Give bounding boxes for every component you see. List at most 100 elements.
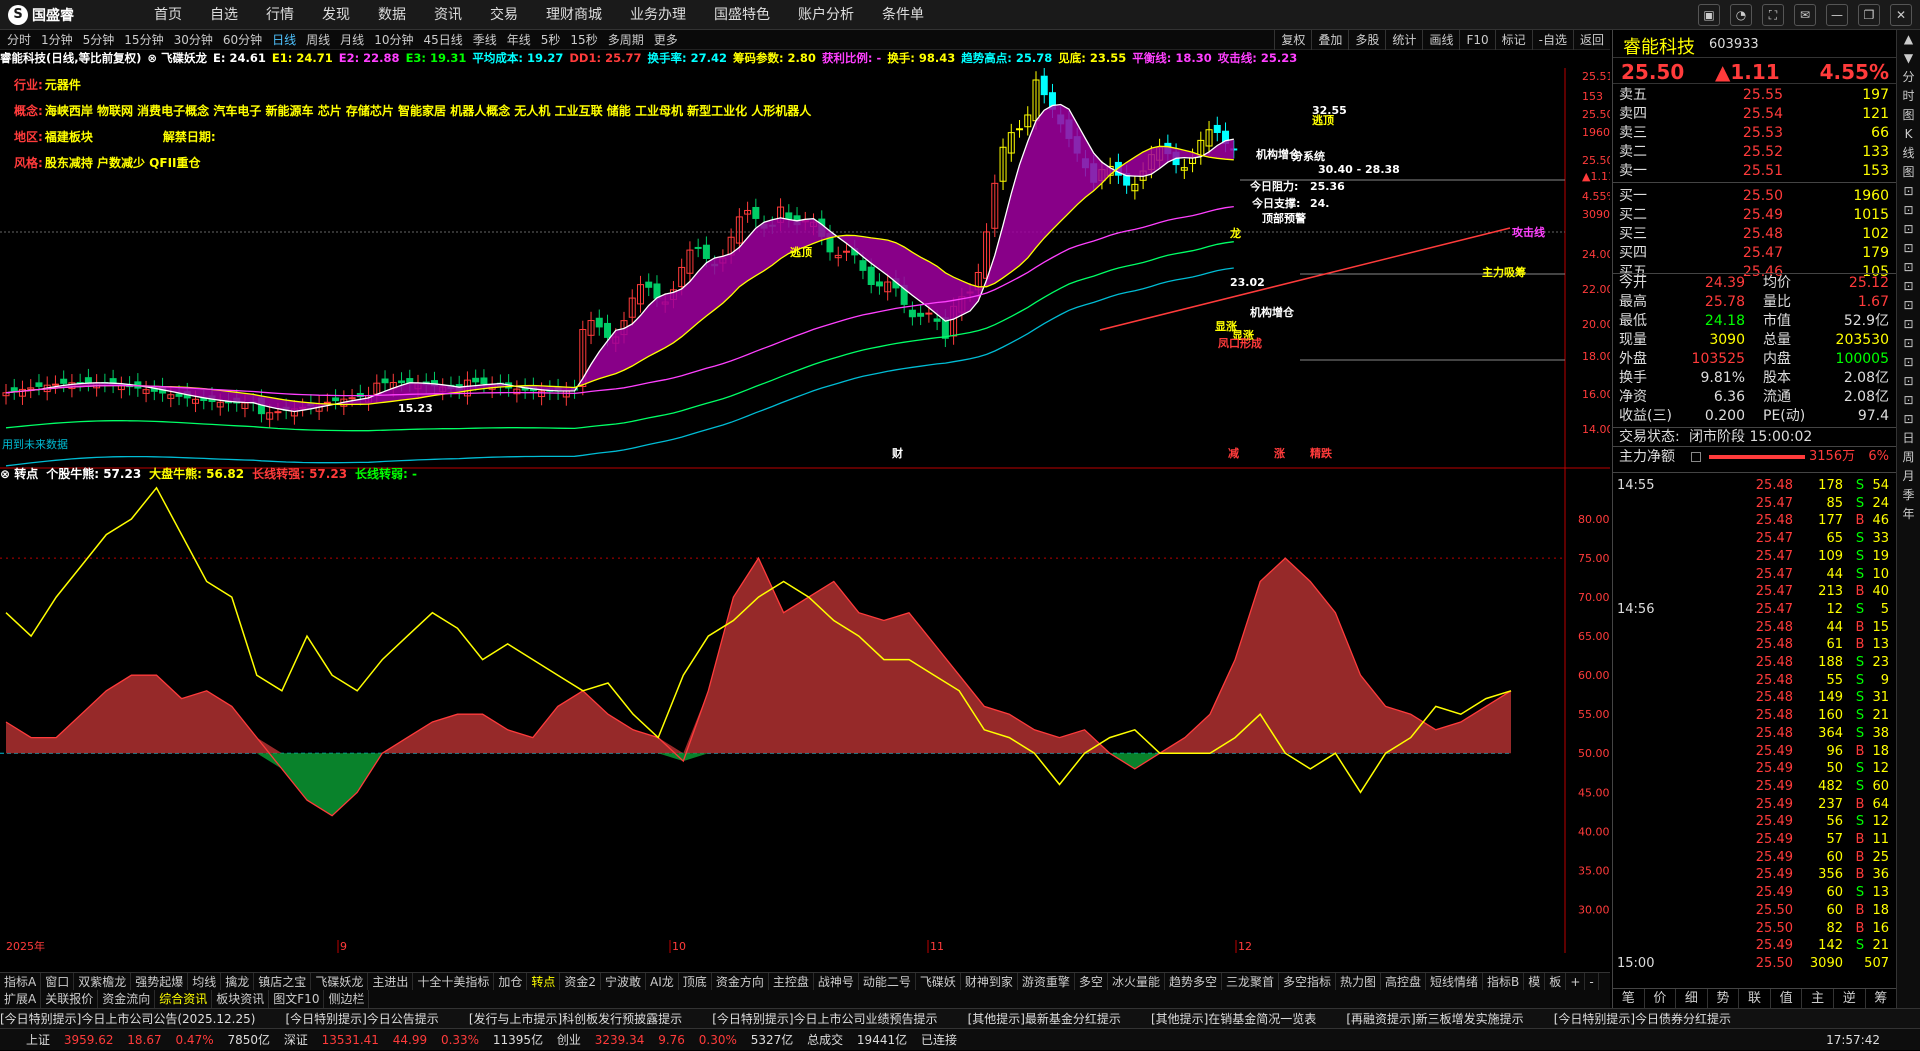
indicator-tab[interactable]: 资金方向 [712, 973, 769, 990]
indicator-tab[interactable]: 指标A [0, 973, 42, 990]
indicator-tab[interactable]: 多空指标 [1279, 973, 1336, 990]
sidebar-tab[interactable]: ⊡ [1897, 220, 1920, 239]
nav-item[interactable]: 交易 [476, 0, 532, 30]
sidebar-tab[interactable]: ⊡ [1897, 391, 1920, 410]
indicator-tab[interactable]: 冰火量能 [1108, 973, 1165, 990]
news-item[interactable]: [今日特别提示]今日上市公司业绩预告提示 [712, 1012, 937, 1026]
nav-item[interactable]: 账户分析 [784, 0, 868, 30]
indicator-tab[interactable]: 财神到家 [961, 973, 1018, 990]
period-tab[interactable]: 年线 [502, 30, 536, 50]
panel-tab[interactable]: 笔 [1613, 989, 1645, 1008]
panel-tab[interactable]: 细 [1676, 989, 1708, 1008]
indicator-tab[interactable]: - [1585, 973, 1599, 990]
extension-tab[interactable]: 扩展A [0, 990, 42, 1008]
indicator-tab[interactable]: 双紫檐龙 [74, 973, 132, 990]
panel-tab[interactable]: 势 [1708, 989, 1740, 1008]
sidebar-tab[interactable]: ⊡ [1897, 239, 1920, 258]
net-flow-toggle-icon[interactable] [1691, 452, 1701, 462]
indicator-tab[interactable]: 擒龙 [221, 973, 255, 990]
nav-item[interactable]: 资讯 [420, 0, 476, 30]
indicator-tab[interactable]: 飞碟妖 [916, 973, 961, 990]
bell-icon[interactable]: ◔ [1730, 4, 1752, 26]
bid-row[interactable]: 买三 25.48 102 [1613, 225, 1897, 244]
indicator-tab[interactable]: 宁波敢 [601, 973, 647, 990]
nav-item[interactable]: 发现 [308, 0, 364, 30]
chart-tool-button[interactable]: 统计 [1385, 30, 1422, 50]
period-tab[interactable]: 15秒 [565, 30, 602, 50]
indicator-tab[interactable]: 转点 [527, 973, 561, 990]
period-tab[interactable]: 1分钟 [36, 30, 78, 50]
indicator-tab[interactable]: 顶底 [679, 973, 712, 990]
nav-item[interactable]: 业务办理 [616, 0, 700, 30]
chart-tool-button[interactable]: 标记 [1494, 30, 1532, 50]
indicator-tab[interactable]: 动能二号 [859, 973, 916, 990]
sidebar-tab[interactable]: ⊡ [1897, 201, 1920, 220]
indicator-tab[interactable]: 游资重擎 [1018, 973, 1075, 990]
ask-row[interactable]: 卖三 25.53 66 [1613, 124, 1897, 143]
indicator-tab[interactable]: 强势起爆 [131, 973, 189, 990]
sidebar-tab[interactable]: 周 [1897, 448, 1920, 467]
nav-item[interactable]: 条件单 [868, 0, 938, 30]
extension-tab[interactable]: 侧边栏 [324, 990, 370, 1008]
nav-item[interactable]: 行情 [252, 0, 308, 30]
indicator-tab[interactable]: 资金2 [560, 973, 602, 990]
sidebar-tab[interactable]: ⊡ [1897, 296, 1920, 315]
sz-label[interactable]: 深证 [284, 1033, 308, 1047]
bid-row[interactable]: 买二 25.49 1015 [1613, 206, 1897, 225]
news-item[interactable]: [今日特别提示]今日公告提示 [285, 1012, 438, 1026]
chart-tool-button[interactable]: 复权 [1274, 30, 1311, 50]
indicator-tab[interactable]: 板 [1545, 973, 1567, 990]
news-item[interactable]: [发行与上市提示]科创板发行预披露提示 [469, 1012, 682, 1026]
indicator-tab[interactable]: 主控盘 [769, 973, 814, 990]
bid-row[interactable]: 买四 25.47 179 [1613, 244, 1897, 263]
skin-icon[interactable]: ✉ [1794, 4, 1816, 26]
indicator-tab[interactable]: 十全十美指标 [413, 973, 495, 990]
chat-icon[interactable]: ▣ [1698, 4, 1720, 26]
nav-item[interactable]: 自选 [196, 0, 252, 30]
sidebar-tab[interactable]: 日 [1897, 429, 1920, 448]
sidebar-tab[interactable]: 年 [1897, 505, 1920, 524]
panel-tab[interactable]: 主 [1802, 989, 1834, 1008]
sidebar-tab[interactable]: 线 [1897, 144, 1920, 163]
indicator-tab[interactable]: 加仓 [494, 973, 528, 990]
bid-row[interactable]: 买一 25.50 1960 [1613, 187, 1897, 206]
sidebar-tab[interactable]: ⊡ [1897, 258, 1920, 277]
ask-row[interactable]: 卖四 25.54 121 [1613, 105, 1897, 124]
sidebar-tab[interactable]: ⊡ [1897, 334, 1920, 353]
sidebar-tab[interactable]: ⊡ [1897, 410, 1920, 429]
extension-tab[interactable]: 关联报价 [41, 990, 99, 1008]
chart-tool-button[interactable]: 多股 [1348, 30, 1385, 50]
sidebar-tab[interactable]: 时 [1897, 87, 1920, 106]
sidebar-tab[interactable]: ⊡ [1897, 353, 1920, 372]
chart-area[interactable]: 25.51 153 25.50 1960 25.50 ▲1.11 4.55% 3090 24.0… [0, 68, 1610, 953]
news-item[interactable]: [其他提示]在销基金简况一览表 [1151, 1012, 1316, 1026]
news-item[interactable]: [再融资提示]新三板增发实施提示 [1346, 1012, 1523, 1026]
panel-tab[interactable]: 价 [1645, 989, 1677, 1008]
sidebar-tab[interactable]: ⊡ [1897, 315, 1920, 334]
restore-icon[interactable]: ❐ [1858, 4, 1880, 26]
indicator-tab[interactable]: AI龙 [646, 973, 679, 990]
period-tab[interactable]: 周线 [301, 30, 335, 50]
indicator-tab[interactable]: 高控盘 [1381, 973, 1427, 990]
period-tab[interactable]: 10分钟 [369, 30, 418, 50]
indicator-tab[interactable]: 指标B [1483, 973, 1525, 990]
sidebar-tab[interactable]: ▼ [1897, 49, 1920, 68]
indicator-tab[interactable]: 镇店之宝 [254, 973, 312, 990]
tick-list[interactable]: 14:55 25.48 178 S 54 25.47 85 S 24 25.48 177 B 46 25.… [1613, 472, 1897, 986]
ask-row[interactable]: 卖二 25.52 133 [1613, 143, 1897, 162]
news-item[interactable]: [今日特别提示]今日债券分红提示 [1554, 1012, 1731, 1026]
indicator-tab[interactable]: 均线 [188, 973, 222, 990]
app-logo[interactable]: S 国盛睿 [8, 4, 74, 26]
indicator-tab[interactable]: 三龙聚首 [1222, 973, 1279, 990]
indicator-tab[interactable]: 飞碟妖龙 [311, 973, 369, 990]
nav-item[interactable]: 国盛特色 [700, 0, 784, 30]
sidebar-tab[interactable]: 图 [1897, 106, 1920, 125]
nav-item[interactable]: 首页 [140, 0, 196, 30]
sidebar-tab[interactable]: 图 [1897, 163, 1920, 182]
chart-tool-button[interactable]: -自选 [1531, 30, 1573, 50]
indicator-tab[interactable]: 模 [1524, 973, 1546, 990]
panel-tab[interactable]: 逆 [1834, 989, 1866, 1008]
indicator-tab[interactable]: 短线情绪 [1426, 973, 1484, 990]
sh-label[interactable]: 上证 [26, 1033, 50, 1047]
indicator-tab[interactable]: + [1566, 973, 1586, 990]
